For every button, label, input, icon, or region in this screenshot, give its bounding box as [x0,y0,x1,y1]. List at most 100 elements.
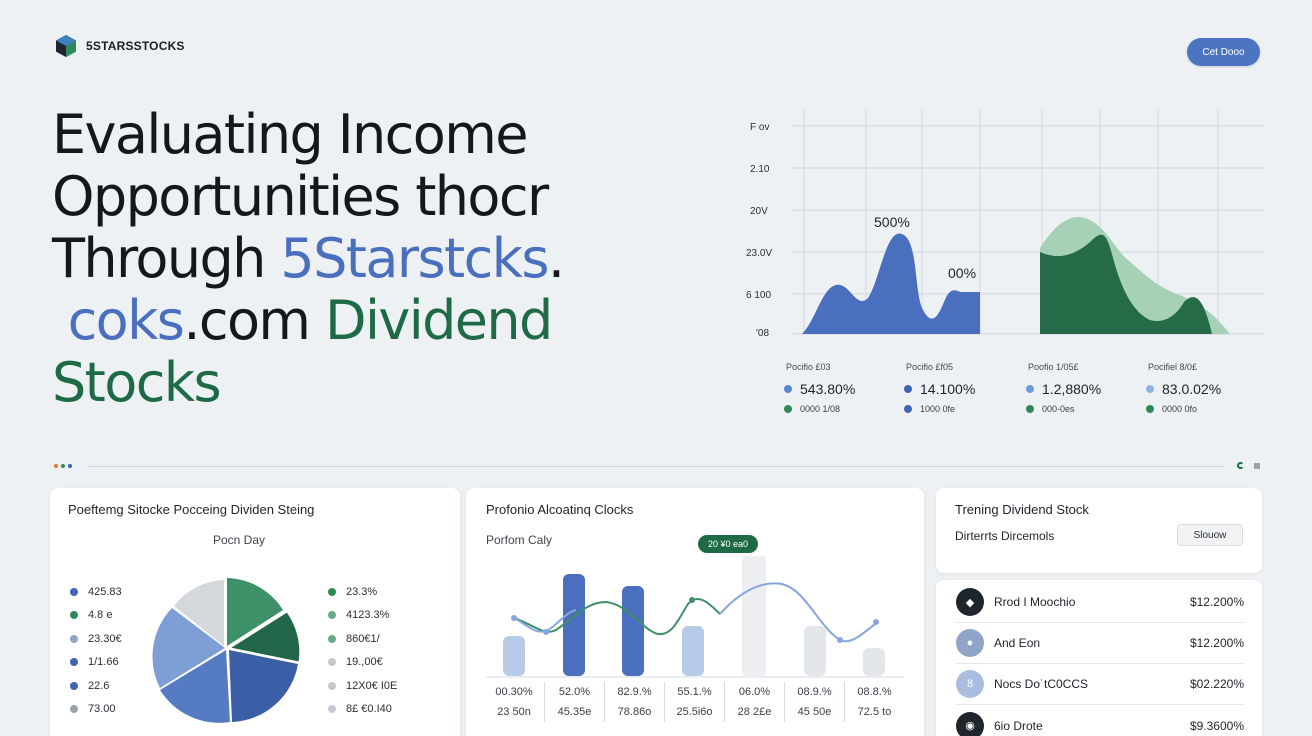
stat-block-1: Pocifio £03 543.80% 0000 1/08 [784,362,904,414]
pie-legend-right: 23.3% 4123.3% 860€1/ 19.,00€ 12X0€ I0E 8… [328,580,397,721]
portfolio-col: 52.0% 45.35e [544,682,604,722]
stat-dot [1026,385,1034,393]
allocation-card-subtitle: Pocn Day [213,533,266,547]
trending-row[interactable]: ◉ 6io Drote $9.3600% [956,705,1244,736]
hero-dividend: Dividend [324,289,553,352]
trend-point [873,619,879,625]
stat-dot [784,405,792,413]
hero-line-4b: .com [183,289,325,352]
stock-icon: ◆ [956,588,984,616]
stat-sub: 000-0es [1042,404,1075,414]
trending-card-title: Trening Dividend Stock [955,502,1089,517]
portfolio-card: Profonio Alcoatinq Clocks Porfom Caly 20… [466,488,924,736]
portfolio-badge[interactable]: 20 ¥0 ea0 [698,535,759,553]
hero-line-2: Opportunities thocr [52,165,549,228]
refresh-icon[interactable] [1237,462,1244,469]
portfolio-col: 82.9.% 78.86o [604,682,664,722]
portfolio-col: 08.8.% 72.5 to [844,682,904,722]
portfolio-col: 08.9.% 45 50e [784,682,844,722]
stat-dot [1026,405,1034,413]
allocation-card-title: Poeftemg Sitocke Pocceing Dividen Steing [68,502,315,517]
show-button[interactable]: Slouow [1177,524,1243,546]
stat-caption: Pocifio £03 [786,362,831,372]
stat-block-3: Poofio 1/05£ 1.2,880% 000-0es [1026,362,1146,414]
get-demo-button[interactable]: Cet Dooo [1187,38,1260,66]
stock-yield: $9.3600% [1189,718,1244,733]
pie-legend-left: 425.83 4.8 e 23.30€ 1/1.66 22.6 73.00 [70,580,122,721]
divider-dots [54,464,72,468]
y-tick-3: 23.0V [746,248,772,259]
stat-sub: 0000 0fo [1162,404,1198,414]
grid-icon[interactable] [1254,462,1260,469]
legend-item: 1/1.66 [70,651,122,675]
blue-area-series [802,233,980,334]
legend-item: 73.00 [70,698,122,722]
stat-caption: Poofio 1/05£ [1028,362,1079,372]
legend-item: 4123.3% [328,604,397,628]
logo[interactable]: 5STARSSTOCKS [54,34,185,58]
hero-line-3a: Through [52,227,281,290]
stock-yield: $12.200% [1189,595,1244,609]
trending-list-card: ◆ Rrod I Moochio $12.200% ● And Eon $12.… [936,580,1262,736]
brand-name: 5STARSSTOCKS [86,39,185,53]
stat-caption: Pocifiel 8/0£ [1148,362,1198,372]
y-tick-0: F ov [750,122,769,133]
trend-point [543,629,549,635]
hero-line-4a: coks [52,289,185,352]
stock-icon: ◉ [956,711,984,736]
chart-canvas: F ov 2.10 20V 23.0V 6 100 '08 500% 00% [746,110,1264,339]
portfolio-col: 00.30% 23 50n [495,686,533,718]
stat-dot [904,405,912,413]
section-divider [54,462,1260,472]
trending-row[interactable]: 8 Nocs Do˙tC0CCS $02.220% [956,664,1244,705]
hero-line-3c: . [547,227,565,290]
portfolio-card-subtitle: Porfom Caly [486,533,553,547]
stat-sub: 0000 1/08 [800,404,841,414]
allocation-pie-chart [152,578,301,723]
stat-dot [1146,385,1154,393]
logo-cube-icon [56,35,76,57]
hero-brand-highlight: 5Starstcks [280,227,549,290]
y-tick-1: 2.10 [750,164,770,175]
stock-yield: $12.200% [1189,636,1244,650]
stat-block-4: Pocifiel 8/0£ 83.0.02% 0000 0fo [1146,362,1266,414]
stat-value: 543.80% [800,381,856,397]
stat-dot [1146,405,1154,413]
y-tick-4: 6 100 [746,290,771,301]
bar-7 [863,648,885,676]
bar-2 [563,574,585,676]
legend-item: 22.6 [70,674,122,698]
portfolio-col: 06.0% 28 2£e [724,682,784,722]
stat-value: 14.100% [920,381,976,397]
bar-3 [622,586,644,676]
stat-value: 83.0.02% [1162,381,1222,397]
stock-name: Nocs Do˙tC0CCS [994,677,1089,691]
y-tick-5: '08 [756,328,769,339]
trending-header-card: Trening Dividend Stock Dirterrts Dircemo… [936,488,1262,573]
legend-item: 19.,00€ [328,651,397,675]
legend-item: 4.8 e [70,604,122,628]
bar-5 [742,556,766,676]
stat-value: 1.2,880% [1042,381,1102,397]
trend-point [511,615,517,621]
portfolio-card-title: Profonio Alcoatinq Clocks [486,502,634,517]
portfolio-col: 55.1.% 25.5i6o [664,682,724,722]
stock-name: And Eon [994,636,1041,650]
trending-row[interactable]: ● And Eon $12.200% [956,623,1244,664]
stat-dot [904,385,912,393]
stat-sub: 1000 0fe [920,404,956,414]
legend-item: 425.83 [70,580,122,604]
allocation-card: Poeftemg Sitocke Pocceing Dividen Steing… [50,488,460,736]
portfolio-value-row: 00.30% 23 50n 52.0% 45.35e 82.9.% 78.86o 55… [484,682,904,722]
stat-caption: Pocifio £f05 [906,362,954,372]
stock-icon: 8 [956,670,984,698]
trend-point [837,637,843,643]
trending-row[interactable]: ◆ Rrod I Moochio $12.200% [956,582,1244,623]
dividend-performance-chart: F ov 2.10 20V 23.0V 6 100 '08 500% 00% [744,110,1274,350]
portfolio-bar-chart [486,556,904,678]
stat-block-2: Pocifio £f05 14.100% 1000 0fe [904,362,1024,414]
trend-point [689,597,695,603]
trending-card-subtitle: Dirterrts Dircemols [955,529,1055,543]
bar-6 [804,626,826,676]
hero-line-1: Evaluating Income [52,103,528,166]
